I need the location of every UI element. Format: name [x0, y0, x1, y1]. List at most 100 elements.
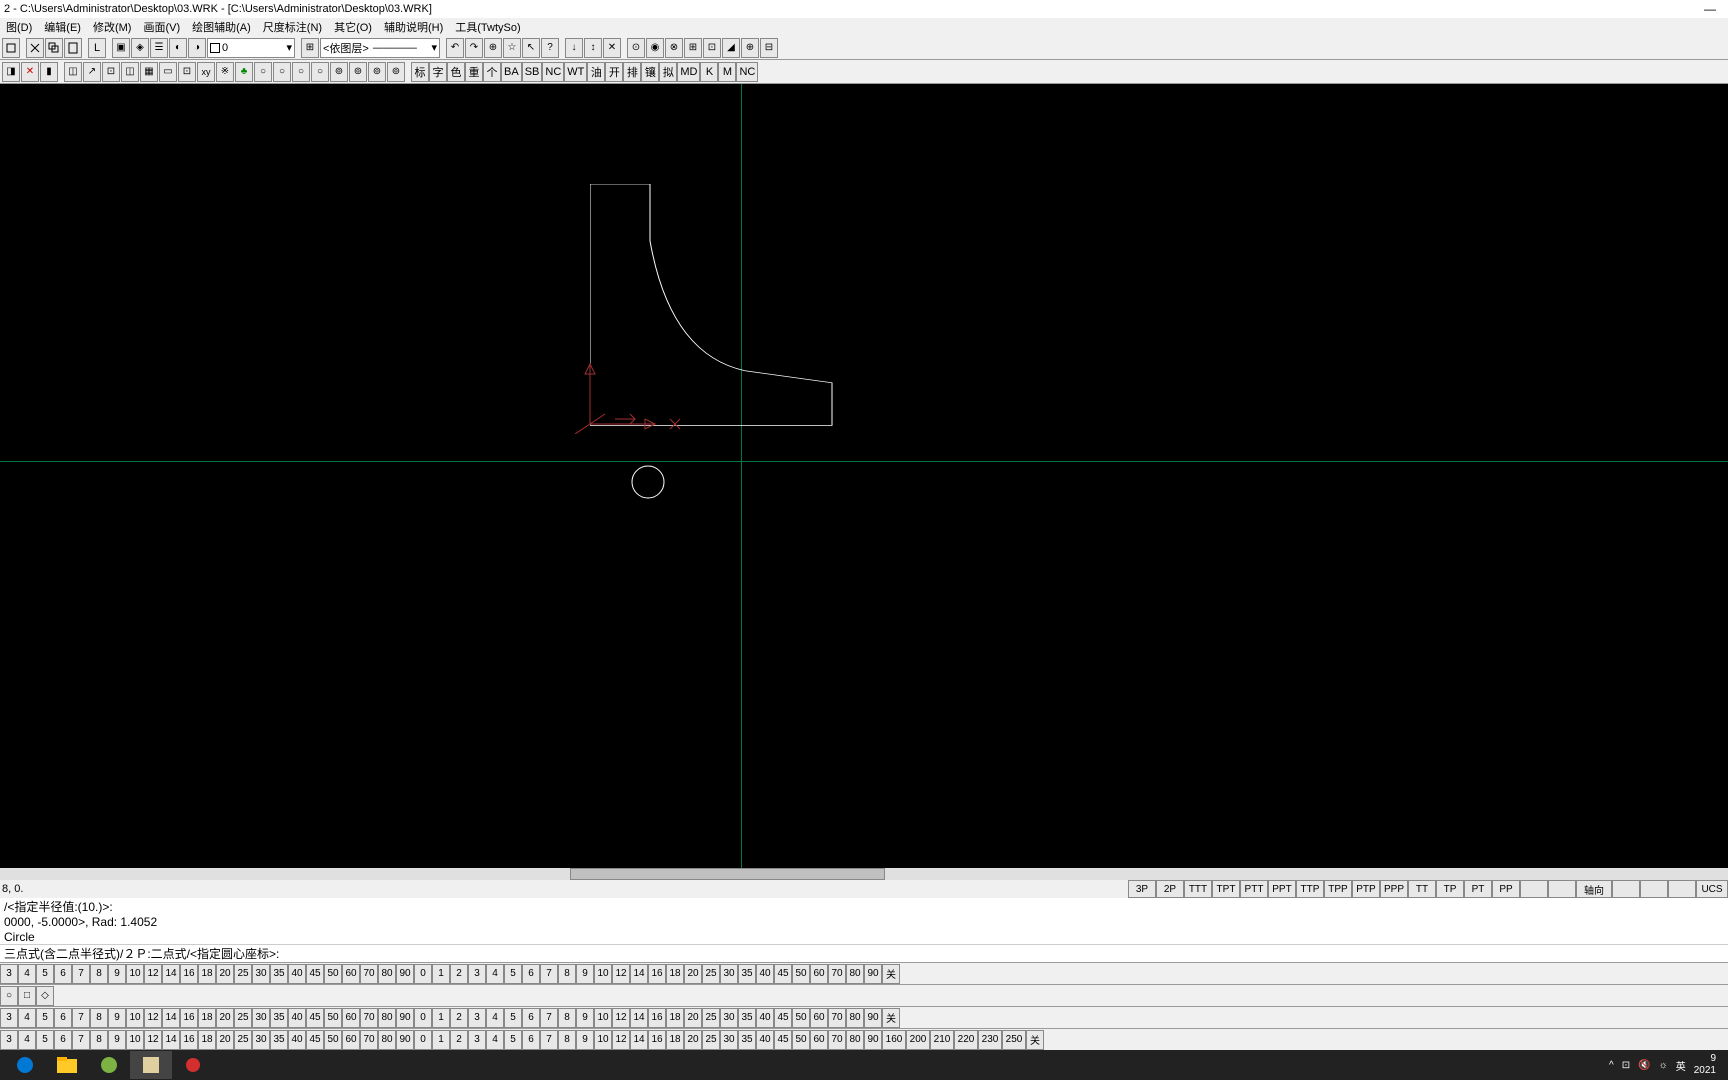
number-button[interactable]: 70 — [828, 1008, 846, 1028]
number-button[interactable]: 50 — [792, 1030, 810, 1050]
number-button[interactable]: 7 — [72, 1030, 90, 1050]
cad-app-icon[interactable] — [130, 1051, 172, 1079]
number-button[interactable]: 18 — [198, 1008, 216, 1028]
circle-icon[interactable]: ○ — [254, 62, 272, 82]
number-button[interactable]: 20 — [684, 964, 702, 984]
shape-btn[interactable]: ◇ — [36, 986, 54, 1006]
circle-icon[interactable]: ○ — [292, 62, 310, 82]
number-button[interactable]: 16 — [648, 1008, 666, 1028]
number-button[interactable]: 14 — [162, 1030, 180, 1050]
command-input[interactable]: 三点式(含二点半径式)/２Ｐ:二点式/<指定圆心座标>: — [0, 944, 1728, 962]
text-tool-button[interactable]: SB — [522, 62, 543, 82]
number-button[interactable]: 6 — [54, 964, 72, 984]
tool-icon[interactable]: ⊞ — [301, 38, 319, 58]
redo-icon[interactable]: ↷ — [465, 38, 483, 58]
menu-item[interactable]: 修改(M) — [87, 19, 138, 35]
number-button[interactable]: 12 — [144, 1008, 162, 1028]
number-button[interactable]: 10 — [594, 1008, 612, 1028]
tool-icon[interactable]: ▮ — [40, 62, 58, 82]
number-button[interactable]: 12 — [144, 1030, 162, 1050]
snap-button[interactable]: PPP — [1380, 880, 1408, 898]
number-button[interactable]: 4 — [18, 1030, 36, 1050]
tool-icon[interactable]: ↕ — [584, 38, 602, 58]
number-button[interactable]: 10 — [126, 1008, 144, 1028]
tool-icon[interactable]: ▣ — [112, 38, 130, 58]
number-button[interactable]: 16 — [648, 964, 666, 984]
number-button[interactable]: 8 — [558, 964, 576, 984]
tool-icon[interactable] — [2, 38, 20, 58]
number-button[interactable]: 4 — [18, 964, 36, 984]
number-button[interactable]: 60 — [342, 964, 360, 984]
text-tool-button[interactable]: 开 — [605, 62, 623, 82]
tool-icon[interactable]: ↗ — [83, 62, 101, 82]
number-button[interactable]: 8 — [90, 1030, 108, 1050]
number-button[interactable]: 25 — [234, 1008, 252, 1028]
number-button[interactable]: 60 — [810, 1030, 828, 1050]
number-button[interactable]: 50 — [324, 1030, 342, 1050]
number-button[interactable]: 60 — [342, 1030, 360, 1050]
number-button[interactable]: 60 — [810, 964, 828, 984]
number-button[interactable]: 40 — [288, 1030, 306, 1050]
number-button[interactable]: 5 — [504, 1030, 522, 1050]
tool-icon[interactable]: ☰ — [150, 38, 168, 58]
number-button[interactable]: 5 — [36, 964, 54, 984]
menu-item[interactable]: 画面(V) — [137, 19, 186, 35]
number-button[interactable]: 80 — [378, 1008, 396, 1028]
number-button[interactable]: 14 — [162, 964, 180, 984]
number-button[interactable]: 5 — [504, 1008, 522, 1028]
tool-icon[interactable]: ◈ — [131, 38, 149, 58]
help-icon[interactable]: ? — [541, 38, 559, 58]
number-button[interactable]: 关 — [882, 964, 900, 984]
number-button[interactable]: 200 — [906, 1030, 930, 1050]
text-tool-button[interactable]: 字 — [429, 62, 447, 82]
number-button[interactable]: 1 — [432, 964, 450, 984]
ucs-button[interactable]: UCS — [1696, 880, 1728, 898]
number-button[interactable]: 0 — [414, 964, 432, 984]
number-button[interactable]: 1 — [432, 1008, 450, 1028]
text-tool-button[interactable]: 镶 — [641, 62, 659, 82]
number-button[interactable]: 25 — [702, 1030, 720, 1050]
number-button[interactable]: 9 — [108, 1030, 126, 1050]
number-button[interactable]: 70 — [828, 964, 846, 984]
shape-btn[interactable]: □ — [18, 986, 36, 1006]
number-button[interactable]: 16 — [180, 1008, 198, 1028]
number-button[interactable]: 70 — [828, 1030, 846, 1050]
snap-button[interactable]: PTP — [1352, 880, 1380, 898]
number-button[interactable]: 16 — [648, 1030, 666, 1050]
number-button[interactable]: 7 — [72, 1008, 90, 1028]
number-button[interactable]: 8 — [90, 964, 108, 984]
layer-btn[interactable]: L — [88, 38, 106, 58]
tool-icon[interactable]: ※ — [216, 62, 234, 82]
tool-icon[interactable]: ◫ — [121, 62, 139, 82]
snap-button[interactable]: PT — [1464, 880, 1492, 898]
text-tool-button[interactable]: 色 — [447, 62, 465, 82]
tool-icon[interactable]: ✕ — [603, 38, 621, 58]
number-button[interactable]: 5 — [504, 964, 522, 984]
number-button[interactable]: 3 — [468, 1008, 486, 1028]
number-button[interactable]: 45 — [306, 1030, 324, 1050]
tool-icon[interactable]: ⊙ — [627, 38, 645, 58]
minimize-button[interactable]: — — [1696, 2, 1724, 16]
number-button[interactable]: 230 — [978, 1030, 1002, 1050]
number-button[interactable]: 10 — [594, 1030, 612, 1050]
number-button[interactable]: 3 — [0, 964, 18, 984]
number-button[interactable]: 35 — [738, 964, 756, 984]
snap-button[interactable]: PP — [1492, 880, 1520, 898]
number-button[interactable]: 90 — [396, 1030, 414, 1050]
number-button[interactable]: 0 — [414, 1030, 432, 1050]
number-button[interactable]: 6 — [54, 1030, 72, 1050]
drawing-canvas[interactable] — [0, 84, 1728, 868]
number-button[interactable]: 35 — [270, 1030, 288, 1050]
app-icon[interactable] — [88, 1051, 130, 1079]
number-button[interactable]: 14 — [630, 964, 648, 984]
number-button[interactable]: 80 — [846, 1008, 864, 1028]
number-button[interactable]: 4 — [486, 1030, 504, 1050]
number-button[interactable]: 18 — [666, 1030, 684, 1050]
number-button[interactable]: 250 — [1002, 1030, 1026, 1050]
number-button[interactable]: 90 — [396, 964, 414, 984]
text-tool-button[interactable]: NC — [736, 62, 758, 82]
undo-icon[interactable]: ↶ — [446, 38, 464, 58]
number-button[interactable]: 30 — [252, 964, 270, 984]
number-button[interactable]: 4 — [18, 1008, 36, 1028]
tool-icon[interactable]: ⊡ — [703, 38, 721, 58]
